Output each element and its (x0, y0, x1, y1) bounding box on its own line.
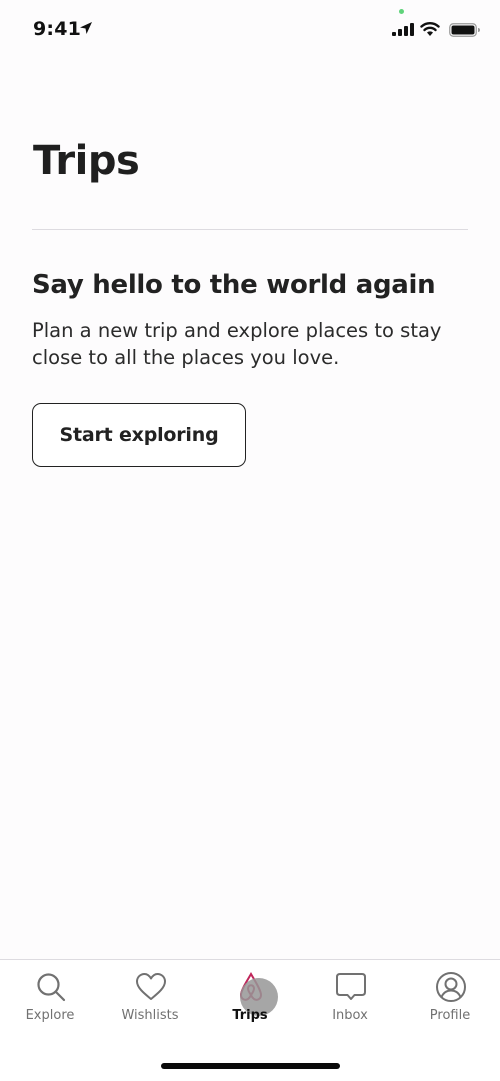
tab-profile[interactable]: Profile (400, 960, 500, 1030)
location-arrow-icon (80, 22, 92, 34)
tab-explore[interactable]: Explore (0, 960, 100, 1030)
heart-icon (136, 973, 166, 1000)
search-icon (37, 973, 66, 1002)
empty-state-headline: Say hello to the world again (32, 270, 436, 300)
start-exploring-button[interactable]: Start exploring (32, 403, 246, 467)
home-indicator[interactable] (161, 1063, 340, 1069)
signal-icon (392, 23, 414, 36)
empty-state-description: Plan a new trip and explore places to st… (32, 319, 442, 369)
battery-icon (449, 23, 480, 37)
tab-trips[interactable]: Trips (200, 960, 300, 1030)
wifi-icon (420, 22, 440, 36)
privacy-indicator-dot (399, 9, 404, 14)
tab-label: Trips (232, 1008, 268, 1023)
status-bar: 9:41 (0, 0, 500, 60)
tab-label: Explore (25, 1008, 75, 1023)
tab-label: Inbox (332, 1008, 368, 1023)
tab-wishlists[interactable]: Wishlists (100, 960, 200, 1030)
tab-label: Profile (429, 1008, 471, 1023)
tab-label: Wishlists (121, 1008, 179, 1023)
divider (32, 229, 468, 230)
page-title: Trips (33, 138, 140, 184)
profile-icon (436, 972, 466, 1002)
status-time: 9:41 (33, 18, 82, 40)
tab-inbox[interactable]: Inbox (300, 960, 400, 1030)
message-icon (336, 973, 366, 1000)
